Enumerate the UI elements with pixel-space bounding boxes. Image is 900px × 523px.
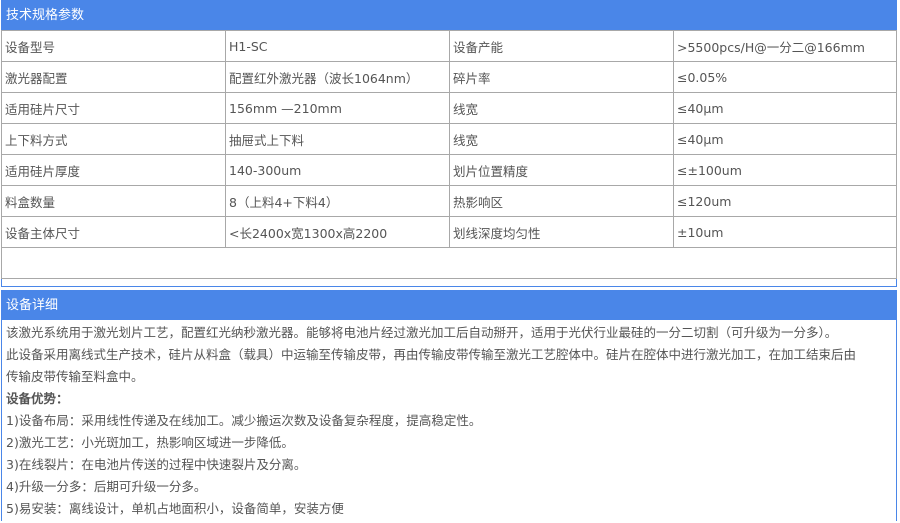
spec-label-cell: 热影响区: [449, 185, 674, 217]
spec-row: 适用硅片厚度 140-300um 划片位置精度 ≤±100um: [1, 154, 897, 186]
spec-value-cell: 156mm —210mm: [225, 92, 450, 124]
advantages-list: 1)设备布局：采用线性传递及在线加工。减少搬运次数及设备复杂程度，提高稳定性。 2…: [6, 410, 896, 520]
intro-paragraph-2: 此设备采用离线式生产技术，硅片从料盒（载具）中运输至传输皮带，再由传输皮带传输至…: [6, 347, 857, 362]
spec-value-cell: 抽屉式上下料: [225, 123, 450, 155]
spec-row: 适用硅片尺寸 156mm —210mm 线宽 ≤40μm: [1, 92, 897, 124]
spec-row: 设备主体尺寸 <长2400x宽1300x高2200 划线深度均匀性 ±10um: [1, 216, 897, 248]
spec-row: 料盒数量 8（上料4+下料4） 热影响区 ≤120um: [1, 185, 897, 217]
detail-panel: 设备详细 该激光系统用于激光划片工艺，配置红光纳秒激光器。能够将电池片经过激光加…: [1, 290, 897, 521]
detail-header: 设备详细: [2, 291, 896, 320]
spec-label-cell: 料盒数量: [1, 185, 226, 217]
spec-label-cell: 设备主体尺寸: [1, 216, 226, 248]
spec-label-cell: 激光器配置: [1, 61, 226, 93]
advantage-item: 1)设备布局：采用线性传递及在线加工。减少搬运次数及设备复杂程度，提高稳定性。: [6, 413, 482, 428]
spec-row: 激光器配置 配置红外激光器（波长1064nm） 碎片率 ≤0.05%: [1, 61, 897, 93]
spec-value-cell: ≤40μm: [673, 123, 897, 155]
spec-row-empty: [1, 247, 897, 279]
spec-value-cell: H1-SC: [225, 30, 450, 62]
spec-row: 上下料方式 抽屉式上下料 线宽 ≤40μm: [1, 123, 897, 155]
spec-label-cell: 碎片率: [449, 61, 674, 93]
spec-panel: 技术规格参数 设备型号 H1-SC 设备产能 >5500pcs/H@一分二@166mm…: [1, 0, 897, 287]
spec-label-cell: 划片位置精度: [449, 154, 674, 186]
spec-label-cell: 适用硅片尺寸: [1, 92, 226, 124]
spec-header: 技术规格参数: [2, 1, 896, 30]
spec-value-cell: <长2400x宽1300x高2200: [225, 216, 450, 248]
spec-row: 设备型号 H1-SC 设备产能 >5500pcs/H@一分二@166mm: [1, 30, 897, 62]
spec-label-cell: 适用硅片厚度: [1, 154, 226, 186]
spec-value-cell: ±10um: [673, 216, 897, 248]
spec-label-cell: 线宽: [449, 92, 674, 124]
detail-body: 该激光系统用于激光划片工艺，配置红光纳秒激光器。能够将电池片经过激光加工后自动掰…: [2, 320, 896, 520]
advantage-item: 3)在线裂片：在电池片传送的过程中快速裂片及分离。: [6, 457, 307, 472]
spec-label-cell: 设备产能: [449, 30, 674, 62]
spec-value-cell: ≤±100um: [673, 154, 897, 186]
spec-value-cell: ≤40μm: [673, 92, 897, 124]
spec-table-body: 设备型号 H1-SC 设备产能 >5500pcs/H@一分二@166mm 激光器配置 配置…: [1, 30, 897, 279]
spec-value-cell: >5500pcs/H@一分二@166mm: [673, 30, 897, 62]
spec-value-cell: 配置红外激光器（波长1064nm）: [225, 61, 450, 93]
spec-label-cell: 设备型号: [1, 30, 226, 62]
spec-label-cell: 划线深度均匀性: [449, 216, 674, 248]
spec-label-cell: 上下料方式: [1, 123, 226, 155]
advantage-item: 5)易安装：离线设计，单机占地面积小，设备简单，安装方便: [6, 501, 344, 516]
intro-paragraph-1: 该激光系统用于激光划片工艺，配置红光纳秒激光器。能够将电池片经过激光加工后自动掰…: [6, 325, 838, 340]
spec-value-cell: 140-300um: [225, 154, 450, 186]
spec-label-cell: 线宽: [449, 123, 674, 155]
spec-empty-cell: [1, 247, 897, 279]
advantage-item: 2)激光工艺：小光斑加工，热影响区域进一步降低。: [6, 435, 294, 450]
advantages-title: 设备优势：: [6, 391, 69, 406]
intro-paragraph-3: 传输皮带传输至料盒中。: [6, 369, 144, 384]
advantage-item: 4)升级一分多：后期可升级一分多。: [6, 479, 207, 494]
spec-value-cell: ≤0.05%: [673, 61, 897, 93]
spec-value-cell: 8（上料4+下料4）: [225, 185, 450, 217]
spec-table: 设备型号 H1-SC 设备产能 >5500pcs/H@一分二@166mm 激光器配置 配置…: [1, 30, 897, 279]
spec-value-cell: ≤120um: [673, 185, 897, 217]
